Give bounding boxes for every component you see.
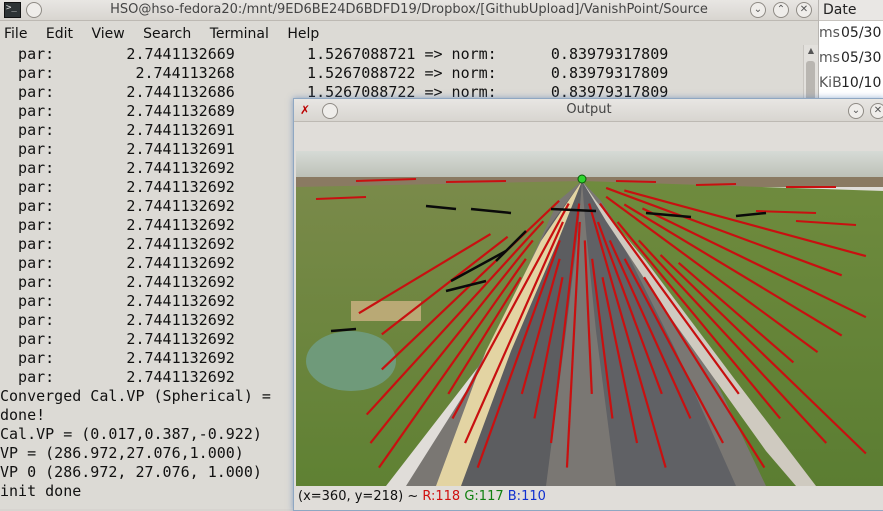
pond [306, 331, 396, 391]
terminal-titlebar[interactable]: HSO@hso-fedora20:/mnt/9ED6BE24D6BDFD19/D… [0, 0, 818, 21]
file-date: 10/10 [841, 75, 882, 91]
blue-value: B:110 [507, 489, 546, 504]
file-size-unit: KiB [819, 75, 842, 91]
pixel-status-bar: (x=360, y=218) ~ R:118 G:117 B:110 [298, 489, 546, 504]
horizon-segment [445, 180, 507, 183]
output-image[interactable] [296, 151, 883, 486]
terminal-menubar: File Edit View Search Terminal Help [0, 21, 818, 47]
highway-scene [296, 151, 883, 486]
sky-region [296, 151, 883, 181]
terminal-title: HSO@hso-fedora20:/mnt/9ED6BE24D6BDFD19/D… [110, 2, 708, 17]
green-value: G:117 [464, 489, 504, 504]
minimize-button[interactable]: ⌄ [848, 103, 864, 119]
minimize-button[interactable]: ⌄ [750, 2, 766, 18]
terminal-line: par: 2.7441132669 1.5267088721 => norm: … [0, 45, 669, 63]
menu-edit[interactable]: Edit [46, 26, 73, 42]
close-button[interactable]: ✕ [796, 2, 812, 18]
horizon-segment [615, 180, 657, 183]
terminal-line: par: 2.744113268 1.5267088722 => norm: 0… [0, 64, 669, 82]
file-date: 05/30 [841, 25, 882, 41]
cursor-coordinates: (x=360, y=218) ~ [298, 489, 423, 504]
scroll-up-arrow-icon[interactable]: ▲ [804, 45, 818, 57]
menu-view[interactable]: View [91, 26, 124, 42]
output-title: Output [566, 102, 612, 117]
file-row[interactable]: ms05/30 [819, 21, 883, 46]
file-date: 05/30 [841, 50, 882, 66]
horizon-segment [695, 183, 737, 186]
scroll-thumb[interactable] [806, 61, 815, 101]
date-column-header[interactable]: Date [819, 0, 883, 21]
menu-help[interactable]: Help [287, 26, 319, 42]
file-size-unit: ms [819, 25, 840, 41]
maximize-button[interactable]: ⌃ [773, 2, 789, 18]
vanishing-point-marker [577, 174, 587, 184]
close-button[interactable]: ✕ [870, 103, 883, 119]
red-value: R:118 [422, 489, 461, 504]
file-row[interactable]: ms05/30 [819, 46, 883, 71]
output-window: ✗ Output ⌄ ✕ (x=360, y=218) ~ R:118 G:11… [293, 98, 883, 511]
menu-search[interactable]: Search [143, 26, 191, 42]
menu-terminal[interactable]: Terminal [210, 26, 269, 42]
file-row[interactable]: KiB10/10 [819, 71, 883, 96]
menu-file[interactable]: File [4, 26, 27, 42]
output-titlebar[interactable]: ✗ Output ⌄ ✕ [294, 99, 883, 122]
file-size-unit: ms [819, 50, 840, 66]
